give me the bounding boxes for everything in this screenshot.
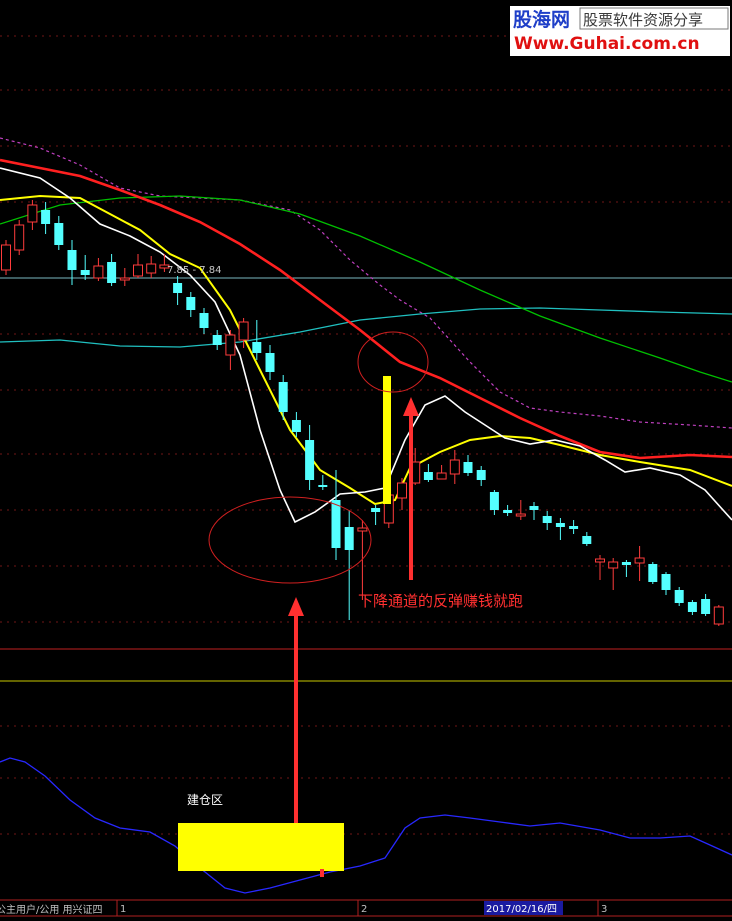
candle-body	[357, 527, 368, 532]
candle-body	[515, 513, 526, 517]
highlight-bar	[383, 376, 391, 504]
date-cursor-label: 2017/02/16/四	[486, 904, 557, 915]
time-tick-1: 1	[120, 904, 126, 915]
candle-body	[331, 500, 341, 548]
candle-body	[173, 283, 183, 293]
candle-body	[1, 244, 11, 271]
candle-body	[634, 557, 645, 564]
candle-body	[27, 204, 38, 223]
indicator-marker	[320, 869, 324, 877]
candle-body	[67, 250, 77, 270]
candle-body	[265, 353, 275, 372]
candle-body	[701, 599, 711, 614]
candle-body	[225, 334, 236, 356]
chart-background	[0, 0, 732, 921]
candle-body	[397, 482, 407, 499]
candle-body	[713, 606, 724, 625]
candle-body	[133, 264, 143, 277]
candle-body	[463, 462, 473, 473]
candle-body	[423, 472, 433, 480]
build-zone-label: 建仓区	[187, 793, 223, 807]
rebound-note: 下降通道的反弹赚钱就跑	[358, 592, 523, 610]
candle-body	[687, 602, 697, 612]
candle-body	[542, 516, 552, 523]
footer-left-text: 公主用户/公用 用兴证四	[0, 903, 103, 916]
candle-body	[436, 472, 447, 480]
candle-body	[582, 536, 592, 544]
candle-body	[119, 277, 130, 281]
candle-body	[529, 506, 539, 510]
candle-body	[489, 492, 499, 510]
candle-body	[555, 523, 565, 527]
watermark: 股海网 股票软件资源分享 Www.Guhai.com.cn	[510, 6, 730, 56]
watermark-tagline: 股票软件资源分享	[583, 11, 703, 29]
candle-body	[186, 297, 196, 310]
candle-body	[595, 558, 605, 563]
watermark-url: Www.Guhai.com.cn	[514, 34, 700, 54]
candle-body	[674, 590, 684, 603]
candle-body	[648, 564, 658, 582]
candle-body	[291, 420, 301, 432]
candle-body	[344, 527, 354, 550]
watermark-brand: 股海网	[513, 8, 570, 31]
candle-body	[41, 210, 51, 224]
candle-body	[661, 574, 671, 590]
candle-body	[14, 224, 25, 251]
candle-body	[371, 508, 381, 512]
candle-body	[252, 342, 262, 353]
build-zone-highlight	[178, 823, 344, 871]
candle-body	[621, 562, 631, 565]
price-label: 7.85 - 7.84	[167, 265, 222, 276]
candle-body	[476, 470, 486, 480]
candle-body	[212, 335, 222, 345]
candle-body	[199, 313, 209, 328]
candle-body	[93, 265, 104, 279]
candle-body	[238, 321, 249, 341]
candle-body	[305, 440, 315, 480]
candle-body	[54, 223, 64, 245]
candle-body	[278, 382, 288, 412]
candle-body	[503, 510, 513, 513]
stock-chart: 7.85 - 7.84 下降通道的反弹赚钱就跑 建仓区 公主用户/公用 用兴证四…	[0, 0, 732, 921]
candle-body	[107, 262, 117, 283]
time-tick-2: 2	[361, 904, 367, 915]
candle-body	[569, 526, 579, 529]
time-tick-3: 3	[601, 904, 607, 915]
candle-body	[608, 561, 619, 569]
candle-body	[80, 270, 90, 275]
candle-body	[449, 459, 460, 475]
candle-body	[146, 263, 157, 274]
candle-body	[318, 485, 328, 487]
